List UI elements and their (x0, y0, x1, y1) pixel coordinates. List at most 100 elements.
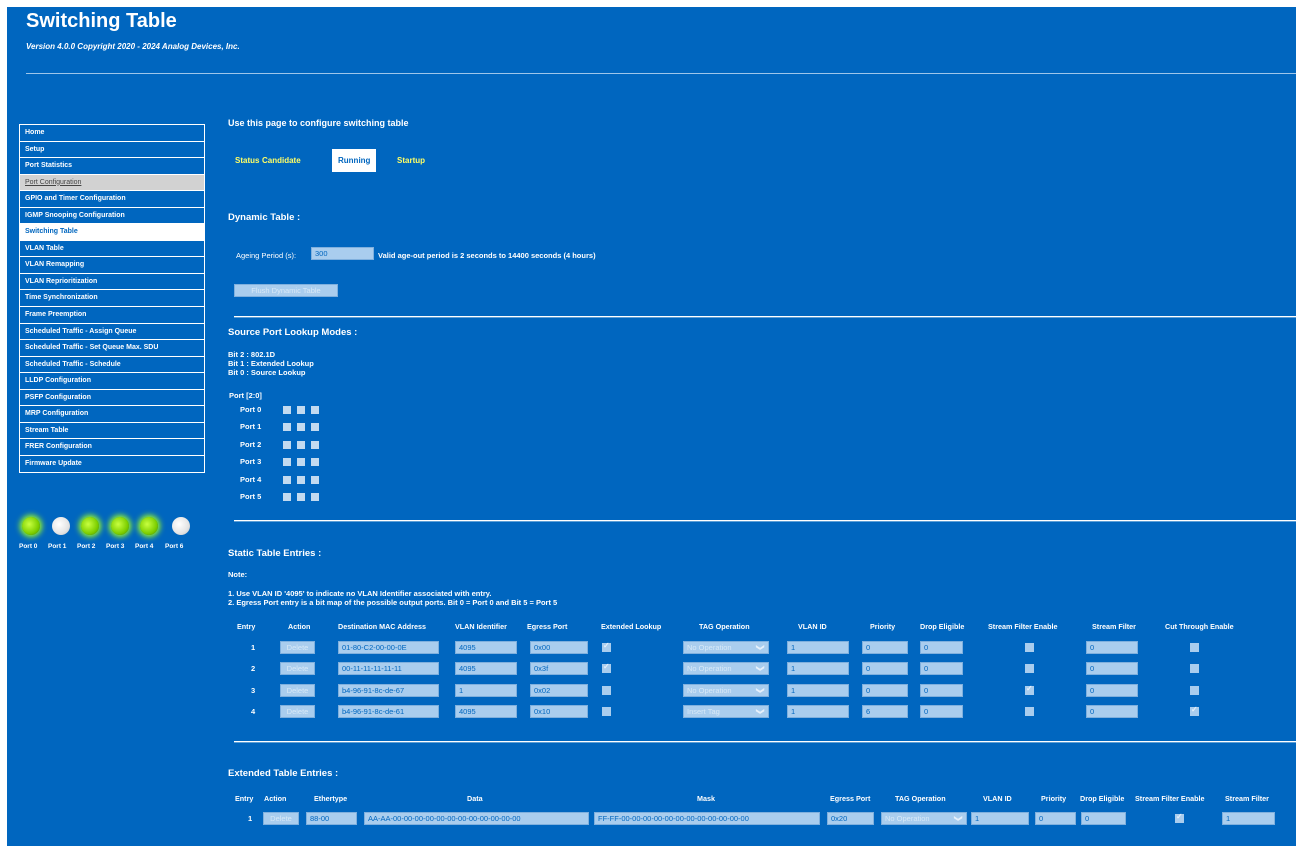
sidebar-item-gpio-and-timer-configuration[interactable]: GPIO and Timer Configuration (20, 191, 204, 208)
sidebar-item-firmware-update[interactable]: Firmware Update (20, 456, 204, 473)
stream-filter-input[interactable]: 0 (1086, 704, 1138, 718)
lookup-bit-checkbox[interactable] (311, 458, 319, 467)
mac-address-input[interactable]: b4-96-91-8c-de-61 (338, 704, 439, 718)
sidebar-item-scheduled-traffic-assign-queue[interactable]: Scheduled Traffic - Assign Queue (20, 324, 204, 341)
drop-eligible-input[interactable]: 0 (920, 704, 963, 718)
drop-eligible-input[interactable]: 0 (920, 641, 963, 654)
delete-button[interactable]: Delete (280, 683, 315, 697)
tag-operation-select[interactable]: No Operation ❯ (683, 662, 769, 676)
drop-eligible-input[interactable]: 0 (920, 662, 963, 676)
vlan-identifier-input[interactable]: 4095 (455, 704, 517, 718)
stream-filter-enable-checkbox[interactable] (1025, 664, 1034, 674)
tag-operation-select[interactable]: Insert Tag ❯ (683, 704, 769, 718)
sidebar-item-port-statistics[interactable]: Port Statistics (20, 158, 204, 175)
lookup-bit-checkbox[interactable] (311, 493, 319, 501)
stream-filter-input[interactable]: 0 (1086, 641, 1138, 654)
tab-candidate[interactable]: Candidate (262, 149, 301, 172)
tag-operation-select[interactable]: No Operation ❯ (881, 812, 967, 825)
delete-button[interactable]: Delete (280, 704, 315, 718)
lookup-bit-checkbox[interactable] (283, 493, 291, 501)
sidebar-item-mrp-configuration[interactable]: MRP Configuration (20, 406, 204, 423)
lookup-bit-checkbox[interactable] (297, 440, 305, 449)
extended-lookup-checkbox[interactable] (602, 706, 611, 716)
lookup-bit-checkbox[interactable] (297, 475, 305, 484)
egress-port-input[interactable]: 0x00 (530, 641, 588, 654)
lookup-bit-checkbox[interactable] (283, 440, 291, 449)
egress-port-input[interactable]: 0x10 (530, 704, 588, 718)
vlan-id-input[interactable]: 1 (787, 662, 849, 676)
delete-button[interactable]: Delete (263, 812, 299, 825)
vlan-id-input[interactable]: 1 (971, 812, 1029, 825)
lookup-bit-checkbox[interactable] (283, 475, 291, 484)
egress-port-input[interactable]: 0x20 (827, 812, 874, 825)
priority-input[interactable]: 0 (862, 662, 908, 676)
egress-port-input[interactable]: 0x3f (530, 662, 588, 676)
lookup-bit-checkbox[interactable] (283, 406, 291, 414)
mac-address-input[interactable]: 00-11-11-11-11-11 (338, 662, 439, 676)
extended-lookup-checkbox[interactable] (602, 662, 611, 674)
lookup-bit-checkbox[interactable] (311, 423, 319, 432)
sidebar-item-stream-table[interactable]: Stream Table (20, 423, 204, 440)
cut-through-checkbox[interactable] (1190, 705, 1199, 716)
sidebar-item-setup[interactable]: Setup (20, 142, 204, 159)
lookup-bit-checkbox[interactable] (283, 458, 291, 467)
extended-lookup-checkbox[interactable] (602, 641, 611, 652)
priority-input[interactable]: 0 (1035, 812, 1076, 825)
cut-through-checkbox[interactable] (1190, 664, 1199, 674)
vlan-identifier-input[interactable]: 4095 (455, 662, 517, 676)
lookup-bit-checkbox[interactable] (311, 440, 319, 449)
tag-operation-select[interactable]: No Operation ❯ (683, 641, 769, 654)
delete-button[interactable]: Delete (280, 662, 315, 676)
tab-status[interactable]: Status (235, 149, 259, 172)
data-input[interactable]: AA-AA-00-00-00-00-00-00-00-00-00-00-00-0… (364, 812, 589, 825)
vlan-identifier-input[interactable]: 1 (455, 683, 517, 697)
priority-input[interactable]: 6 (862, 704, 908, 718)
sidebar-item-frame-preemption[interactable]: Frame Preemption (20, 307, 204, 324)
ageing-period-input[interactable]: 300 (311, 247, 374, 260)
lookup-bit-checkbox[interactable] (297, 423, 305, 432)
drop-eligible-input[interactable]: 0 (1081, 812, 1126, 825)
sidebar-item-psfp-configuration[interactable]: PSFP Configuration (20, 390, 204, 407)
sidebar-item-igmp-snooping-configuration[interactable]: IGMP Snooping Configuration (20, 208, 204, 225)
tag-operation-select[interactable]: No Operation ❯ (683, 683, 769, 697)
tab-running[interactable]: Running (332, 149, 377, 172)
drop-eligible-input[interactable]: 0 (920, 683, 963, 697)
stream-filter-enable-checkbox[interactable] (1025, 643, 1034, 652)
priority-input[interactable]: 0 (862, 683, 908, 697)
stream-filter-enable-checkbox[interactable] (1025, 684, 1034, 695)
sidebar-item-port-configuration[interactable]: Port Configuration (20, 174, 204, 192)
vlan-identifier-input[interactable]: 4095 (455, 641, 517, 654)
stream-filter-input[interactable]: 1 (1222, 812, 1275, 825)
sidebar-item-frer-configuration[interactable]: FRER Configuration (20, 439, 204, 456)
flush-dynamic-table-button[interactable]: Flush Dynamic Table (234, 284, 338, 297)
stream-filter-enable-checkbox[interactable] (1025, 706, 1034, 716)
sidebar-item-time-synchronization[interactable]: Time Synchronization (20, 290, 204, 308)
sidebar-item-vlan-remapping[interactable]: VLAN Remapping (20, 257, 204, 274)
mac-address-input[interactable]: b4-96-91-8c-de-67 (338, 683, 439, 697)
lookup-bit-checkbox[interactable] (311, 475, 319, 484)
stream-filter-enable-checkbox[interactable] (1175, 812, 1184, 823)
ethertype-input[interactable]: 88-00 (306, 812, 357, 825)
sidebar-item-vlan-table[interactable]: VLAN Table (20, 241, 204, 258)
mac-address-input[interactable]: 01-80-C2-00-00-0E (338, 641, 439, 654)
vlan-id-input[interactable]: 1 (787, 641, 849, 654)
sidebar-item-switching-table[interactable]: Switching Table (20, 224, 204, 241)
lookup-bit-checkbox[interactable] (297, 406, 305, 414)
lookup-bit-checkbox[interactable] (297, 493, 305, 501)
tab-startup[interactable]: Startup (397, 149, 425, 172)
sidebar-item-vlan-reprioritization[interactable]: VLAN Reprioritization (20, 274, 204, 291)
lookup-bit-checkbox[interactable] (311, 406, 319, 414)
extended-lookup-checkbox[interactable] (602, 685, 611, 695)
sidebar-item-scheduled-traffic-set-queue-max-sdu[interactable]: Scheduled Traffic - Set Queue Max. SDU (20, 340, 204, 357)
stream-filter-input[interactable]: 0 (1086, 662, 1138, 676)
stream-filter-input[interactable]: 0 (1086, 683, 1138, 697)
sidebar-item-scheduled-traffic-schedule[interactable]: Scheduled Traffic - Schedule (20, 357, 204, 374)
priority-input[interactable]: 0 (862, 641, 908, 654)
vlan-id-input[interactable]: 1 (787, 704, 849, 718)
vlan-id-input[interactable]: 1 (787, 683, 849, 697)
cut-through-checkbox[interactable] (1190, 643, 1199, 652)
egress-port-input[interactable]: 0x02 (530, 683, 588, 697)
delete-button[interactable]: Delete (280, 641, 315, 654)
lookup-bit-checkbox[interactable] (283, 423, 291, 432)
cut-through-checkbox[interactable] (1190, 685, 1199, 695)
